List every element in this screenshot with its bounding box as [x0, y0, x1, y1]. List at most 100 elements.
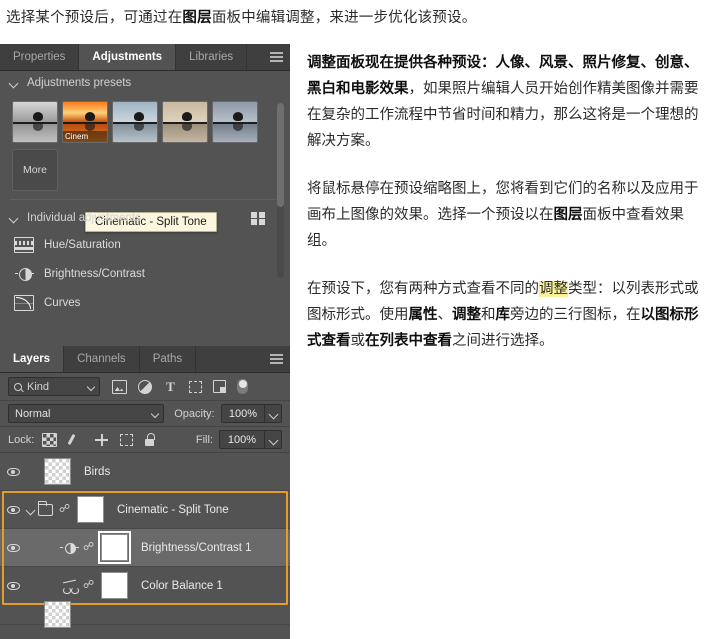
article-paragraph-3: 在预设下，您有两种方式查看不同的调整类型：以列表形式或图标形式。使用属性、调整和…	[307, 276, 712, 354]
individual-adjustments-section-header[interactable]: Individual adjustments	[0, 206, 290, 230]
lock-transparent-pixels-icon[interactable]	[42, 432, 58, 447]
preset-thumbnail[interactable]	[162, 101, 208, 143]
layer-thumbnail[interactable]	[44, 458, 71, 485]
fill-input[interactable]: 100%	[219, 430, 265, 449]
p3-sep2: 和	[481, 307, 496, 323]
table-row[interactable]: Birds	[0, 453, 290, 491]
lock-position-icon[interactable]	[94, 433, 109, 447]
hue-saturation-icon	[14, 236, 34, 253]
blend-mode-select[interactable]: Normal	[8, 404, 165, 423]
opacity-dropdown-icon[interactable]	[265, 404, 282, 423]
p3-bold-list-view: 在列表中查看	[365, 333, 452, 349]
adjustments-panel-body: Adjustments presets Cinem More Cinematic…	[0, 71, 290, 361]
adjustments-presets-title: Adjustments presets	[27, 77, 132, 89]
layer-name[interactable]: Color Balance 1	[141, 580, 223, 592]
table-row[interactable]: ☍ Brightness/Contrast 1	[0, 529, 290, 567]
scrollbar-thumb[interactable]	[277, 103, 284, 207]
opacity-input[interactable]: 100%	[220, 404, 266, 423]
adjustment-item-curves[interactable]: Curves	[0, 288, 290, 317]
lock-image-pixels-icon[interactable]	[68, 433, 83, 447]
layer-kind-filter-select[interactable]: Kind	[8, 377, 100, 396]
type-layer-filter-icon[interactable]: T	[163, 379, 178, 394]
pixel-layer-filter-icon[interactable]	[112, 379, 127, 394]
fill-dropdown-icon[interactable]	[265, 430, 282, 449]
preset-thumbnail[interactable]	[12, 101, 58, 143]
p3-sep3: 或	[350, 333, 366, 349]
layer-filter-icon-group: T	[112, 379, 248, 394]
adjustment-item-brightness-contrast[interactable]: Brightness/Contrast	[0, 259, 290, 288]
preset-thumbnail[interactable]	[212, 101, 258, 143]
adjustment-layer-filter-icon[interactable]	[138, 379, 152, 394]
thumb-horizon	[113, 121, 157, 124]
eye-icon[interactable]	[0, 581, 26, 590]
layer-kind-label: Kind	[27, 380, 50, 393]
layer-mask-thumbnail[interactable]	[77, 496, 104, 523]
folder-icon	[37, 500, 53, 516]
intro-text-suffix: 面板中编辑调整，来进一步优化该预设。	[211, 10, 477, 26]
thumb-horizon	[163, 121, 207, 124]
smart-object-filter-icon[interactable]	[213, 380, 226, 393]
thumb-tree	[233, 112, 243, 122]
link-icon[interactable]: ☍	[83, 580, 94, 591]
presets-scrollbar[interactable]	[277, 103, 284, 278]
link-icon[interactable]: ☍	[83, 542, 94, 553]
thumb-horizon	[63, 121, 107, 124]
chevron-down-icon[interactable]	[86, 382, 96, 392]
eye-icon[interactable]	[0, 505, 26, 514]
chevron-down-icon[interactable]	[150, 409, 160, 419]
hamburger-icon[interactable]	[270, 52, 283, 62]
selected-group-wrapper: ☍ Cinematic - Split Tone ☍ Brightness/Co…	[0, 491, 290, 605]
grid-view-icon[interactable]	[251, 211, 265, 225]
lock-all-icon[interactable]	[144, 433, 155, 446]
intro-paragraph: 选择某个预设后，可通过在图层面板中编辑调整，来进一步优化该预设。	[6, 7, 706, 29]
filter-toggle-switch[interactable]	[237, 379, 248, 394]
link-icon[interactable]: ☍	[59, 504, 70, 515]
thumb-horizon	[213, 121, 257, 124]
thumb-tree	[85, 112, 95, 122]
adjustment-item-hue-saturation[interactable]: Hue/Saturation	[0, 230, 290, 259]
chevron-down-icon[interactable]	[10, 214, 19, 223]
preset-thumbnail[interactable]: Cinem	[62, 101, 108, 143]
preset-thumbnail-row: Cinem	[0, 95, 290, 143]
article-paragraph-2: 将鼠标悬停在预设缩略图上，您将看到它们的名称以及应用于画布上图像的效果。选择一个…	[307, 176, 712, 254]
tab-adjustments[interactable]: Adjustments	[79, 44, 177, 70]
eye-icon[interactable]	[0, 467, 26, 476]
search-icon	[14, 382, 22, 391]
p3-part4: 之间进行选择。	[452, 333, 554, 349]
layer-mask-thumbnail[interactable]	[98, 531, 131, 564]
tab-properties[interactable]: Properties	[0, 44, 80, 70]
table-row[interactable]	[0, 601, 290, 628]
layer-name[interactable]: Cinematic - Split Tone	[117, 504, 229, 516]
tab-channels[interactable]: Channels	[64, 346, 140, 372]
table-row[interactable]: ☍ Cinematic - Split Tone	[0, 491, 290, 529]
lock-label: Lock:	[8, 433, 35, 446]
thumb-tree	[182, 112, 192, 122]
shape-layer-filter-icon[interactable]	[189, 380, 202, 393]
brightness-contrast-icon	[60, 540, 79, 556]
p3-part1: 在预设下，您有两种方式查看不同的	[307, 281, 539, 297]
lock-artboard-nesting-icon[interactable]	[120, 433, 134, 446]
preset-thumbnail[interactable]	[112, 101, 158, 143]
thumb-tree	[134, 112, 144, 122]
more-presets-button[interactable]: More	[12, 149, 58, 191]
color-balance-icon	[60, 578, 79, 594]
intro-bold-layers: 图层	[182, 10, 212, 26]
p3-highlight-adjust: 调整	[539, 281, 568, 297]
layer-name[interactable]: Brightness/Contrast 1	[141, 542, 252, 554]
tab-paths[interactable]: Paths	[139, 346, 197, 372]
layer-thumbnail[interactable]	[44, 601, 71, 628]
adjustments-presets-section-header[interactable]: Adjustments presets	[0, 71, 290, 95]
photoshop-panel-column: Properties Adjustments Libraries Adjustm…	[0, 44, 290, 639]
tab-libraries[interactable]: Libraries	[176, 44, 248, 70]
fill-label: Fill:	[195, 433, 213, 446]
opacity-label: Opacity:	[174, 407, 215, 420]
hamburger-icon[interactable]	[270, 354, 283, 364]
table-row[interactable]: ☍ Color Balance 1	[0, 567, 290, 605]
tab-layers[interactable]: Layers	[0, 346, 65, 372]
layer-mask-thumbnail[interactable]	[101, 572, 128, 599]
layer-name[interactable]: Birds	[84, 466, 110, 478]
blend-mode-value: Normal	[15, 407, 51, 420]
layer-filter-row: Kind T	[0, 373, 290, 401]
chevron-down-icon[interactable]	[10, 79, 19, 88]
eye-icon[interactable]	[0, 543, 26, 552]
